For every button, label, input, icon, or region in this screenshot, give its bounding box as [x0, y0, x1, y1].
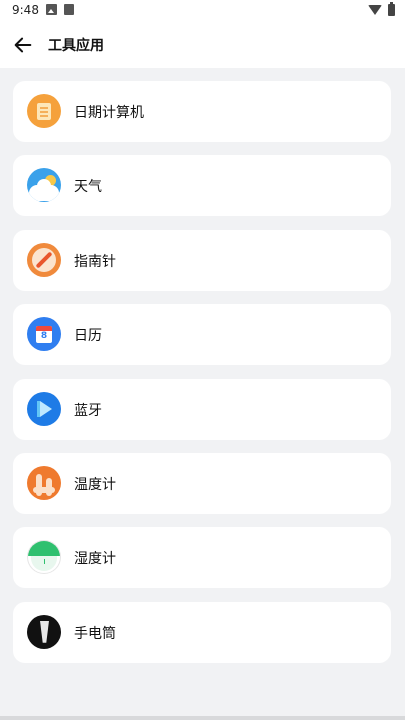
weather-icon: [27, 168, 61, 203]
tool-item-flashlight[interactable]: 手电筒: [13, 601, 391, 663]
status-right: [368, 2, 395, 16]
bluetooth-icon: [27, 391, 61, 426]
tool-label: 温度计: [74, 476, 116, 493]
calendar-calculator-icon: [27, 94, 61, 128]
tool-item-compass[interactable]: 指南针: [13, 229, 391, 291]
tool-label: 湿度计: [74, 551, 116, 568]
status-time: 9:48: [12, 3, 39, 17]
tools-list: 日期计算机 天气 指南针 8 日历 蓝牙 温度计 湿度计 手电筒: [13, 81, 391, 676]
gesture-bar: [0, 716, 405, 720]
tool-item-hygrometer[interactable]: 湿度计: [13, 527, 391, 589]
arrow-left-icon[interactable]: [12, 34, 34, 56]
compass-icon: [27, 242, 61, 277]
wifi-icon: [368, 5, 382, 15]
image-notification-icon: [46, 4, 57, 15]
app-bar: 工具应用: [0, 22, 405, 68]
flashlight-icon: [27, 614, 61, 649]
hygrometer-icon: [27, 540, 61, 575]
app-notification-icon: [64, 4, 74, 15]
status-notifications: [46, 4, 74, 15]
tool-item-date-calculator[interactable]: 日期计算机: [13, 81, 391, 142]
calendar-icon-day: 8: [40, 331, 48, 342]
tool-label: 日期计算机: [74, 105, 144, 121]
tool-item-calendar[interactable]: 8 日历: [13, 304, 391, 366]
calendar-icon: 8: [27, 317, 61, 352]
tool-label: 天气: [74, 179, 102, 196]
tool-item-thermometer[interactable]: 温度计: [13, 452, 391, 514]
tool-item-bluetooth[interactable]: 蓝牙: [13, 378, 391, 440]
tool-label: 指南针: [74, 253, 116, 270]
battery-icon: [388, 2, 395, 16]
tool-label: 手电筒: [74, 625, 116, 642]
status-bar: 9:48: [0, 0, 405, 22]
tool-label: 日历: [74, 328, 102, 345]
tool-item-weather[interactable]: 天气: [13, 155, 391, 217]
page-title: 工具应用: [48, 38, 104, 54]
thermometer-icon: [27, 465, 61, 500]
tool-label: 蓝牙: [74, 402, 102, 419]
